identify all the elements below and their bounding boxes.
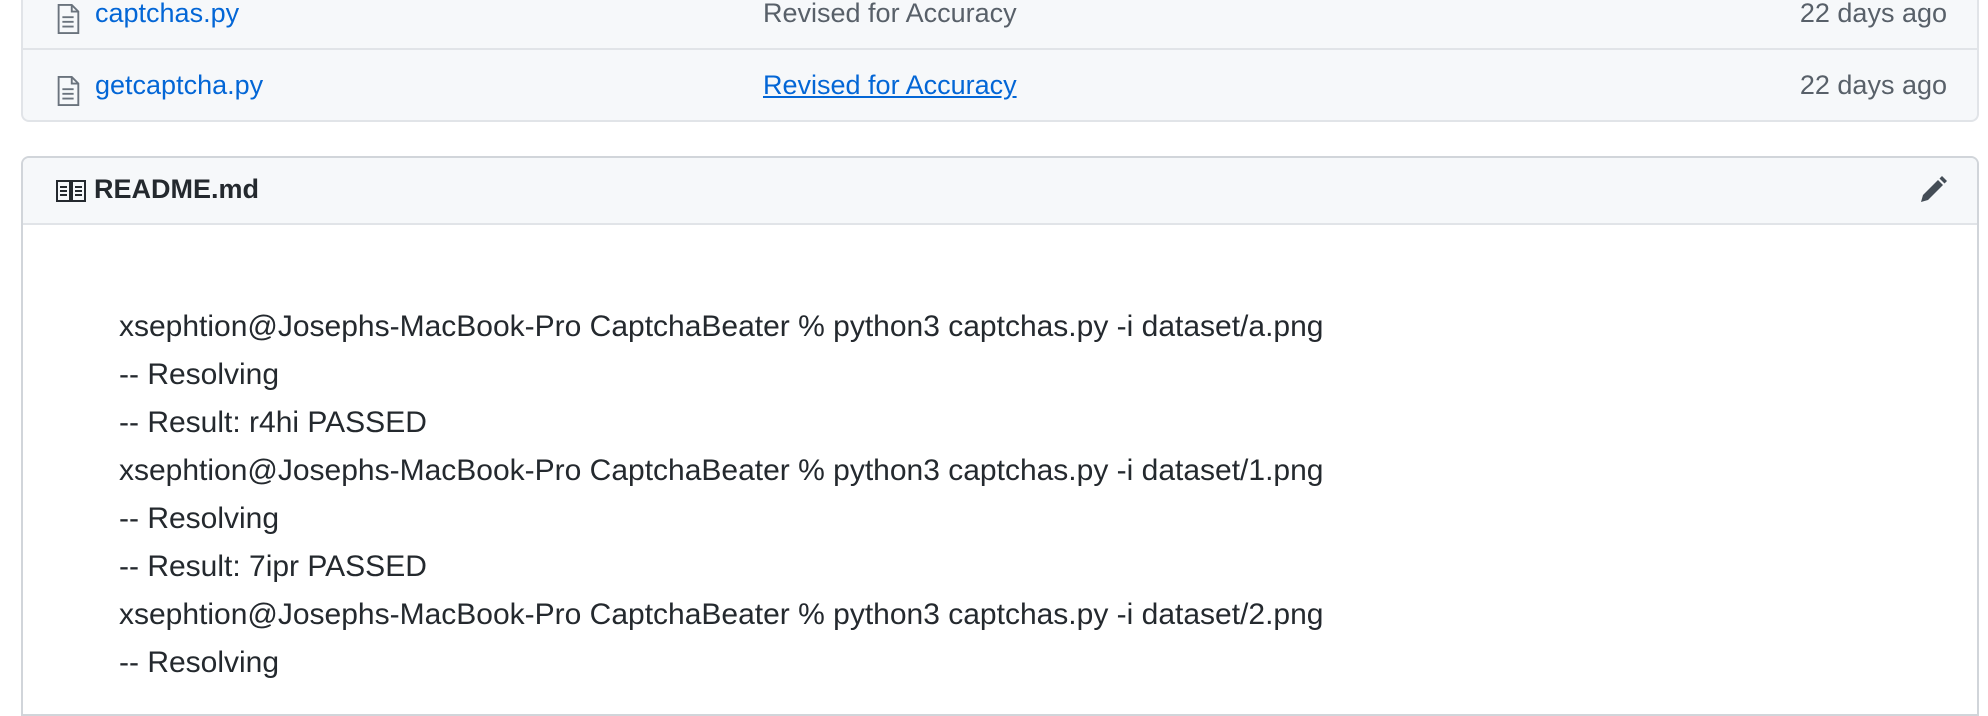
- readme-line: -- Resolving: [119, 502, 280, 535]
- readme-line: -- Result: r4hi PASSED: [119, 406, 427, 439]
- readme-line: -- Result: 7ipr PASSED: [119, 550, 427, 583]
- book-icon: [56, 180, 86, 202]
- readme-content: xsephtion@Josephs-MacBook-Pro CaptchaBea…: [119, 303, 1937, 687]
- pencil-icon[interactable]: [1915, 174, 1949, 208]
- commit-age: 22 days ago: [1799, 0, 1947, 28]
- file-name-link[interactable]: getcaptcha.py: [95, 70, 263, 101]
- commit-age: 22 days ago: [1799, 70, 1947, 100]
- readme-panel: README.md xsephtion@Josephs-MacBook-Pro …: [21, 156, 1979, 716]
- readme-line: -- Resolving: [119, 646, 280, 679]
- file-list: captchas.py Revised for Accuracy 22 days…: [21, 0, 1979, 122]
- file-row: getcaptcha.py Revised for Accuracy 22 da…: [23, 48, 1977, 120]
- file-icon: [57, 4, 80, 34]
- readme-header: README.md: [23, 158, 1977, 225]
- file-icon: [57, 76, 80, 106]
- commit-message-link[interactable]: Revised for Accuracy: [763, 0, 1017, 29]
- file-name-link[interactable]: captchas.py: [95, 0, 239, 29]
- readme-line: xsephtion@Josephs-MacBook-Pro CaptchaBea…: [119, 598, 1324, 631]
- file-row: captchas.py Revised for Accuracy 22 days…: [23, 0, 1977, 50]
- readme-line: xsephtion@Josephs-MacBook-Pro CaptchaBea…: [119, 454, 1324, 487]
- readme-line: xsephtion@Josephs-MacBook-Pro CaptchaBea…: [119, 310, 1324, 343]
- commit-message-link[interactable]: Revised for Accuracy: [763, 70, 1017, 101]
- readme-line: -- Resolving: [119, 358, 280, 391]
- readme-title: README.md: [94, 174, 260, 204]
